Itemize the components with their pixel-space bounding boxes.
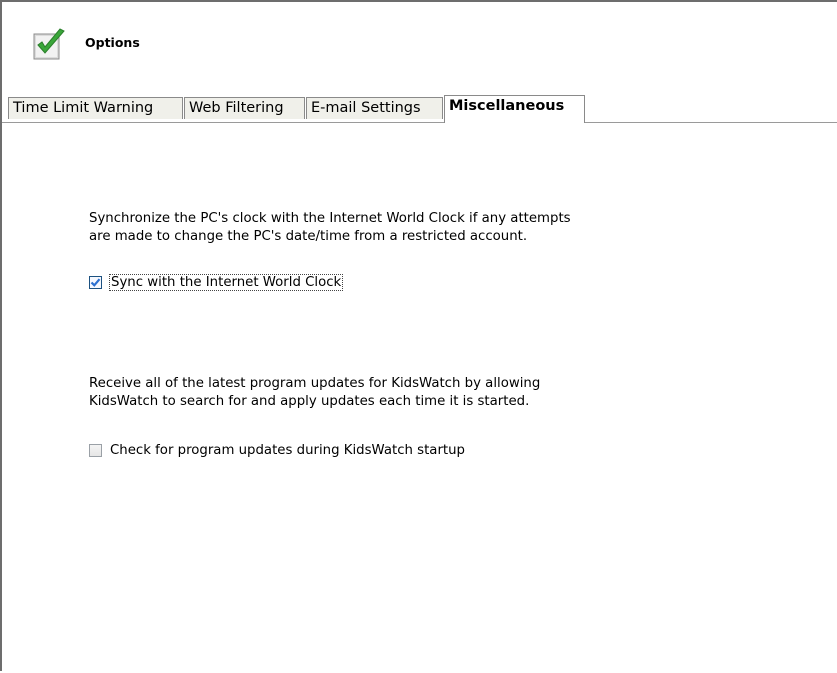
checkmark-icon: [90, 278, 101, 287]
updates-description: Receive all of the latest program update…: [89, 375, 540, 411]
tab-email-settings[interactable]: E-mail Settings: [306, 97, 443, 119]
tab-time-limit-warning[interactable]: Time Limit Warning: [8, 97, 183, 119]
clock-sync-description-line1: Synchronize the PC's clock with the Inte…: [89, 211, 571, 226]
green-checkmark-icon: [33, 27, 67, 61]
page-title: Options: [85, 34, 140, 50]
check-updates-checkbox-row[interactable]: Check for program updates during KidsWat…: [89, 443, 465, 458]
clock-sync-description-line2: are made to change the PC's date/time fr…: [89, 229, 528, 244]
options-window: Options Time Limit Warning Web Filtering…: [0, 0, 837, 671]
sync-clock-checkbox-label[interactable]: Sync with the Internet World Clock: [108, 274, 344, 291]
tab-strip: Time Limit Warning Web Filtering E-mail …: [2, 95, 837, 123]
sync-clock-checkbox[interactable]: [89, 276, 102, 289]
updates-description-line2: KidsWatch to search for and apply update…: [89, 394, 530, 409]
clock-sync-description: Synchronize the PC's clock with the Inte…: [89, 210, 571, 246]
options-header: Options: [14, 16, 140, 72]
check-updates-checkbox[interactable]: [89, 444, 102, 457]
updates-description-line1: Receive all of the latest program update…: [89, 376, 541, 391]
tab-web-filtering[interactable]: Web Filtering: [184, 97, 305, 119]
sync-clock-checkbox-row[interactable]: Sync with the Internet World Clock: [89, 274, 344, 291]
tab-miscellaneous[interactable]: Miscellaneous: [444, 95, 585, 123]
check-updates-checkbox-label[interactable]: Check for program updates during KidsWat…: [110, 443, 465, 458]
tab-content-miscellaneous: Synchronize the PC's clock with the Inte…: [2, 123, 837, 673]
